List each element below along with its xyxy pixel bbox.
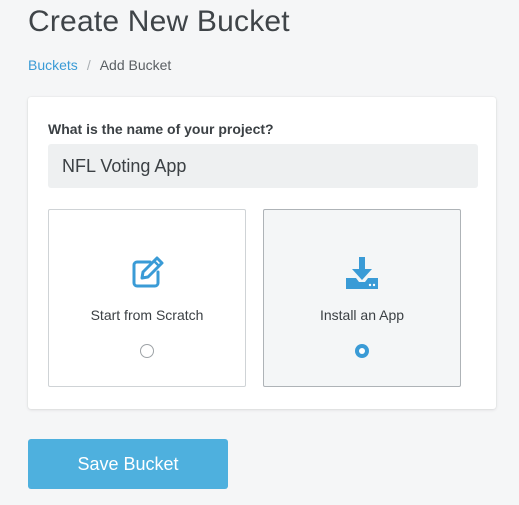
page: Create New Bucket Buckets / Add Bucket Wha… bbox=[0, 0, 519, 505]
breadcrumb-current: Add Bucket bbox=[99, 57, 172, 73]
install-an-app-option[interactable]: Install an App bbox=[263, 209, 461, 387]
page-title: Create New Bucket bbox=[28, 5, 290, 38]
edit-icon bbox=[128, 254, 166, 292]
create-bucket-card: What is the name of your project? Start … bbox=[28, 97, 496, 409]
download-icon bbox=[343, 254, 381, 292]
breadcrumb-separator: / bbox=[86, 57, 91, 73]
start-from-scratch-option[interactable]: Start from Scratch bbox=[48, 209, 246, 387]
save-bucket-button[interactable]: Save Bucket bbox=[28, 439, 228, 489]
start-from-scratch-radio[interactable] bbox=[140, 344, 154, 358]
install-an-app-radio[interactable] bbox=[355, 344, 369, 358]
project-name-input[interactable] bbox=[48, 144, 478, 188]
breadcrumb: Buckets / Add Bucket bbox=[28, 56, 171, 74]
start-from-scratch-label: Start from Scratch bbox=[90, 307, 204, 323]
project-name-label: What is the name of your project? bbox=[48, 121, 274, 137]
install-an-app-label: Install an App bbox=[319, 307, 405, 323]
breadcrumb-buckets-link[interactable]: Buckets bbox=[28, 57, 78, 73]
